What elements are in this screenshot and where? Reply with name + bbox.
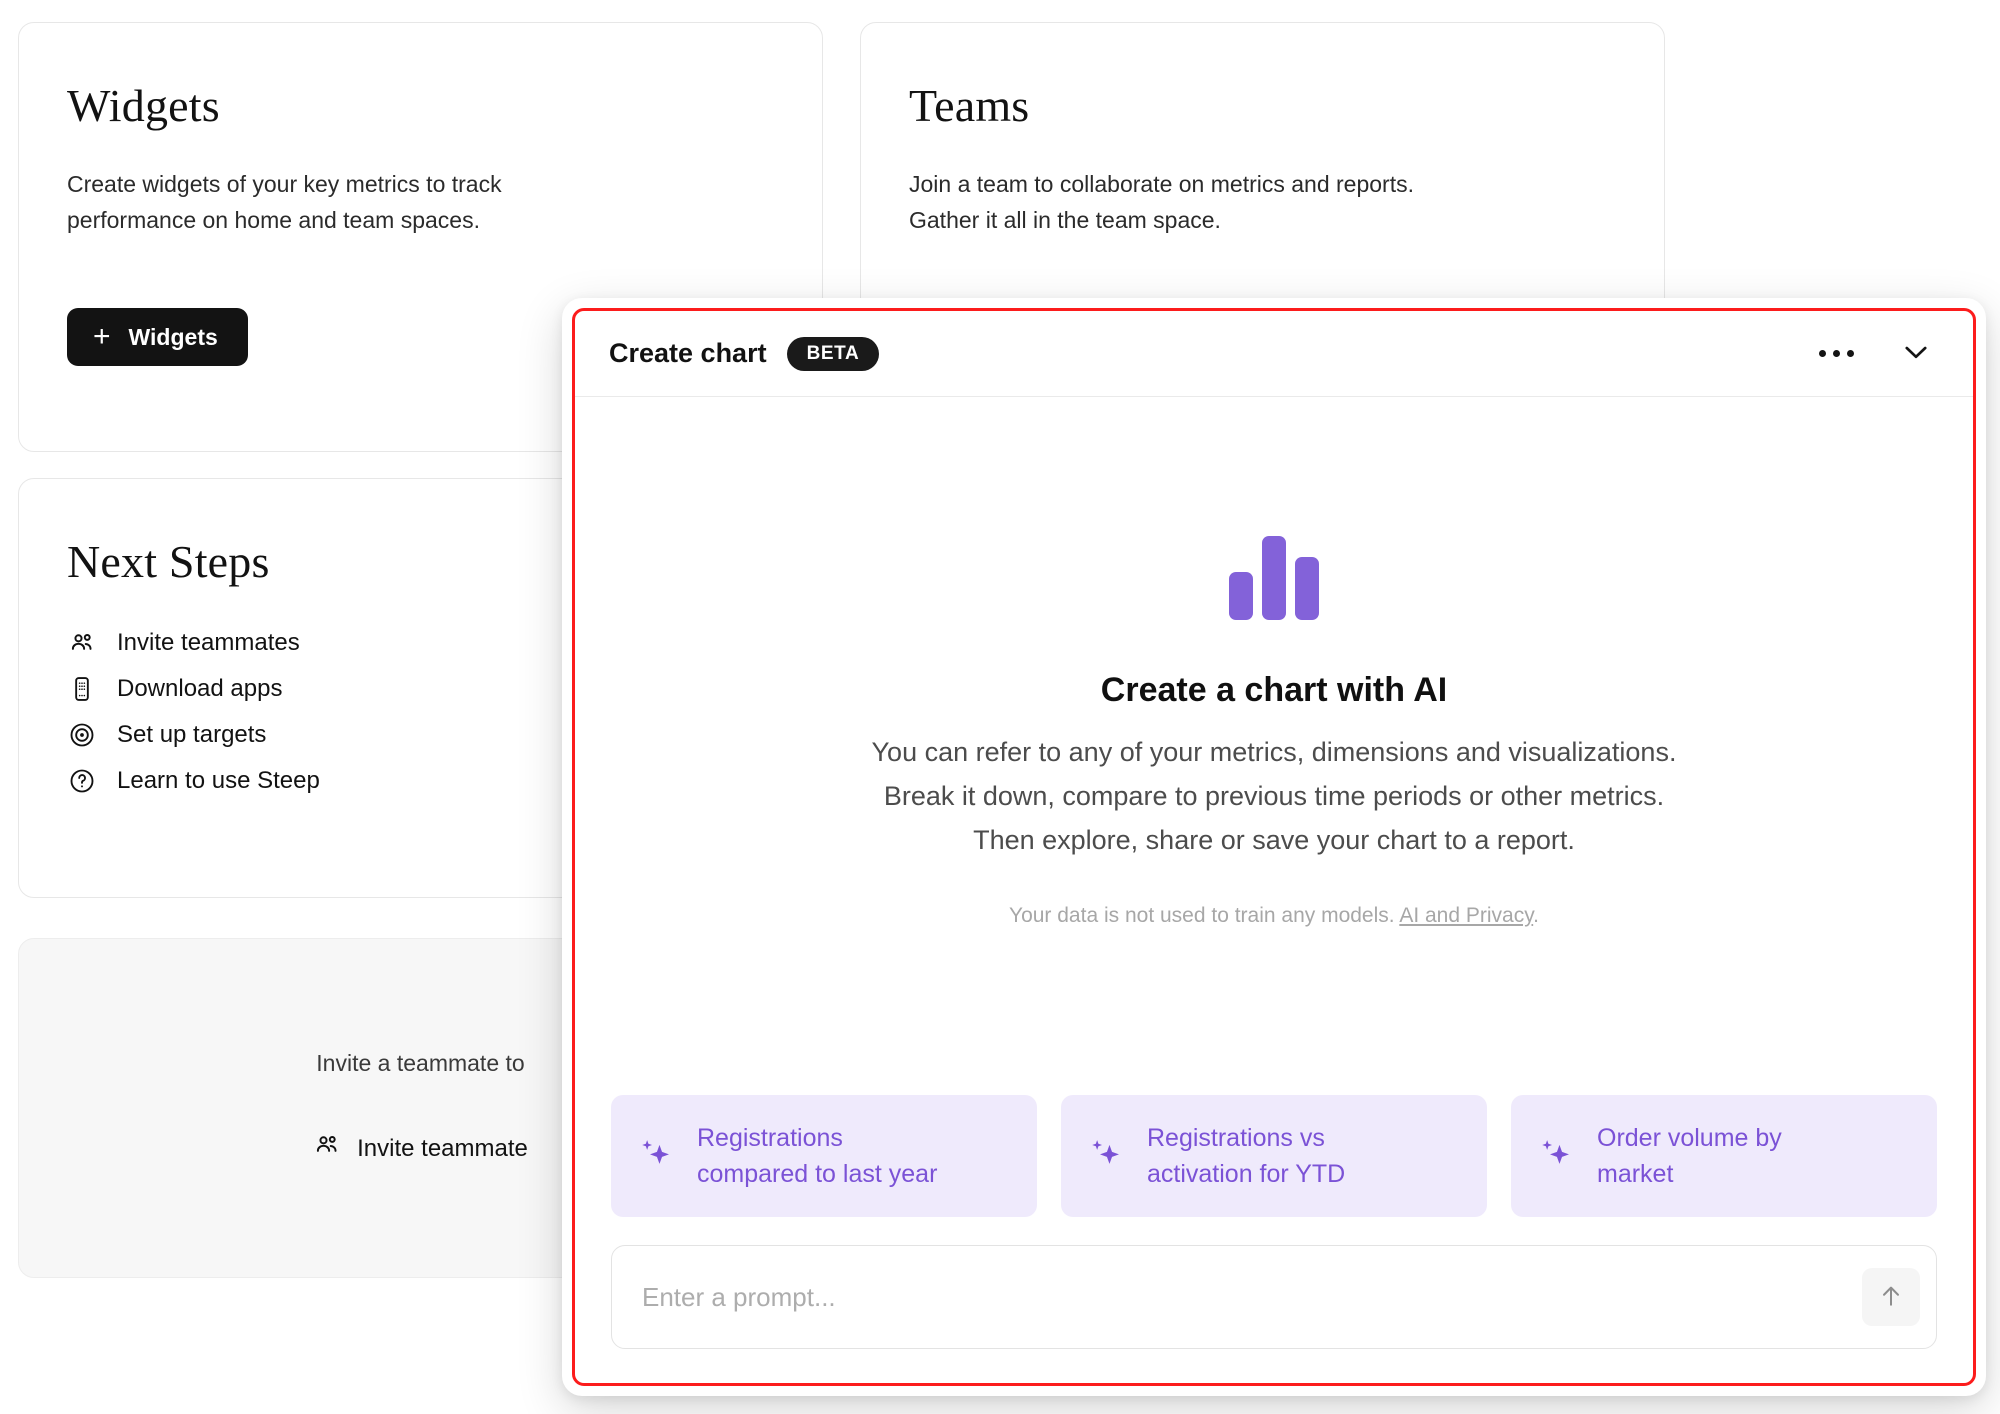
prompt-input[interactable] xyxy=(642,1281,1850,1313)
widgets-card-title: Widgets xyxy=(67,80,220,131)
next-step-invite-teammates[interactable]: Invite teammates xyxy=(67,628,300,658)
bar-chart-icon xyxy=(1225,528,1323,629)
modal-body: Create a chart with AI You can refer to … xyxy=(575,397,1973,1383)
teams-card-title: Teams xyxy=(909,80,1030,131)
arrow-up-icon xyxy=(1876,1281,1906,1314)
prompt-area xyxy=(575,1245,1973,1383)
widgets-card-description-line-2: performance on home and team spaces. xyxy=(67,207,480,233)
hero-description-line-2: Break it down, compare to previous time … xyxy=(883,781,1665,811)
suggestion-chip-line-2: market xyxy=(1597,1160,1674,1188)
suggestion-chip-line-2: activation for YTD xyxy=(1147,1160,1346,1188)
suggestion-chip-registrations-vs-activation-for-ytd[interactable]: Registrations vs activation for YTD xyxy=(1061,1095,1487,1217)
hero-title: Create a chart with AI xyxy=(1100,671,1448,709)
suggestion-chips: Registrations compared to last year Regi… xyxy=(575,1095,1973,1217)
send-prompt-button[interactable] xyxy=(1862,1268,1920,1326)
add-widgets-button[interactable]: + Widgets xyxy=(67,308,248,366)
sparkle-icon xyxy=(1087,1136,1125,1177)
next-step-label: Set up targets xyxy=(117,721,267,748)
add-widgets-button-label: Widgets xyxy=(128,323,218,350)
modal-highlight-border: Create chart BETA Create a chart with AI… xyxy=(572,308,1976,1386)
suggestion-chip-label: Order volume by market xyxy=(1597,1120,1782,1192)
teams-card-description-line-2: Gather it all in the team space. xyxy=(909,207,1221,233)
sparkle-icon xyxy=(637,1136,675,1177)
sparkle-icon xyxy=(1537,1136,1575,1177)
next-step-learn-to-use-steep[interactable]: Learn to use Steep xyxy=(67,766,320,796)
users-icon xyxy=(313,1131,341,1166)
next-step-download-apps[interactable]: Download apps xyxy=(67,674,282,704)
hero-description-line-1: You can refer to any of your metrics, di… xyxy=(871,737,1677,767)
mobile-device-icon xyxy=(67,674,97,704)
next-step-label: Learn to use Steep xyxy=(117,767,320,794)
invite-teammate-button[interactable]: Invite teammate xyxy=(313,1131,528,1166)
next-step-label: Download apps xyxy=(117,675,283,702)
create-chart-modal: Create chart BETA Create a chart with AI… xyxy=(562,298,1986,1396)
suggestion-chip-line-2: compared to last year xyxy=(697,1160,938,1188)
privacy-note: Your data is not used to train any model… xyxy=(1009,904,1539,928)
suggestion-chip-line-1: Registrations xyxy=(697,1124,843,1152)
widgets-card-description-line-1: Create widgets of your key metrics to tr… xyxy=(67,171,502,197)
suggestion-chip-label: Registrations compared to last year xyxy=(697,1120,937,1192)
next-step-set-up-targets[interactable]: Set up targets xyxy=(67,720,266,750)
invite-card-caption: Invite a teammate to xyxy=(316,1050,525,1076)
next-step-label: Invite teammates xyxy=(117,629,300,656)
ellipsis-icon xyxy=(1818,350,1854,357)
privacy-note-period: . xyxy=(1533,904,1539,927)
privacy-note-text: Your data is not used to train any model… xyxy=(1008,904,1395,927)
teams-card-description-line-1: Join a team to collaborate on metrics an… xyxy=(909,171,1414,197)
plus-icon: + xyxy=(93,320,111,353)
suggestion-chip-registrations-compared-to-last-year[interactable]: Registrations compared to last year xyxy=(611,1095,1037,1217)
ai-and-privacy-link[interactable]: AI and Privacy xyxy=(1399,904,1533,927)
hero-description: You can refer to any of your metrics, di… xyxy=(872,730,1677,862)
suggestion-chip-line-1: Registrations vs xyxy=(1147,1124,1325,1152)
suggestion-chip-label: Registrations vs activation for YTD xyxy=(1147,1120,1345,1192)
users-icon xyxy=(67,628,97,658)
suggestion-chip-line-1: Order volume by xyxy=(1597,1124,1782,1152)
prompt-box xyxy=(611,1245,1937,1349)
target-icon xyxy=(67,720,97,750)
invite-teammate-button-label: Invite teammate xyxy=(357,1134,528,1162)
hero-description-line-3: Then explore, share or save your chart t… xyxy=(973,825,1575,855)
suggestion-chip-order-volume-by-market[interactable]: Order volume by market xyxy=(1511,1095,1937,1217)
modal-hero: Create a chart with AI You can refer to … xyxy=(575,361,1973,1095)
question-circle-icon xyxy=(67,766,97,796)
app-root: Widgets Create widgets of your key metri… xyxy=(0,0,2000,1414)
